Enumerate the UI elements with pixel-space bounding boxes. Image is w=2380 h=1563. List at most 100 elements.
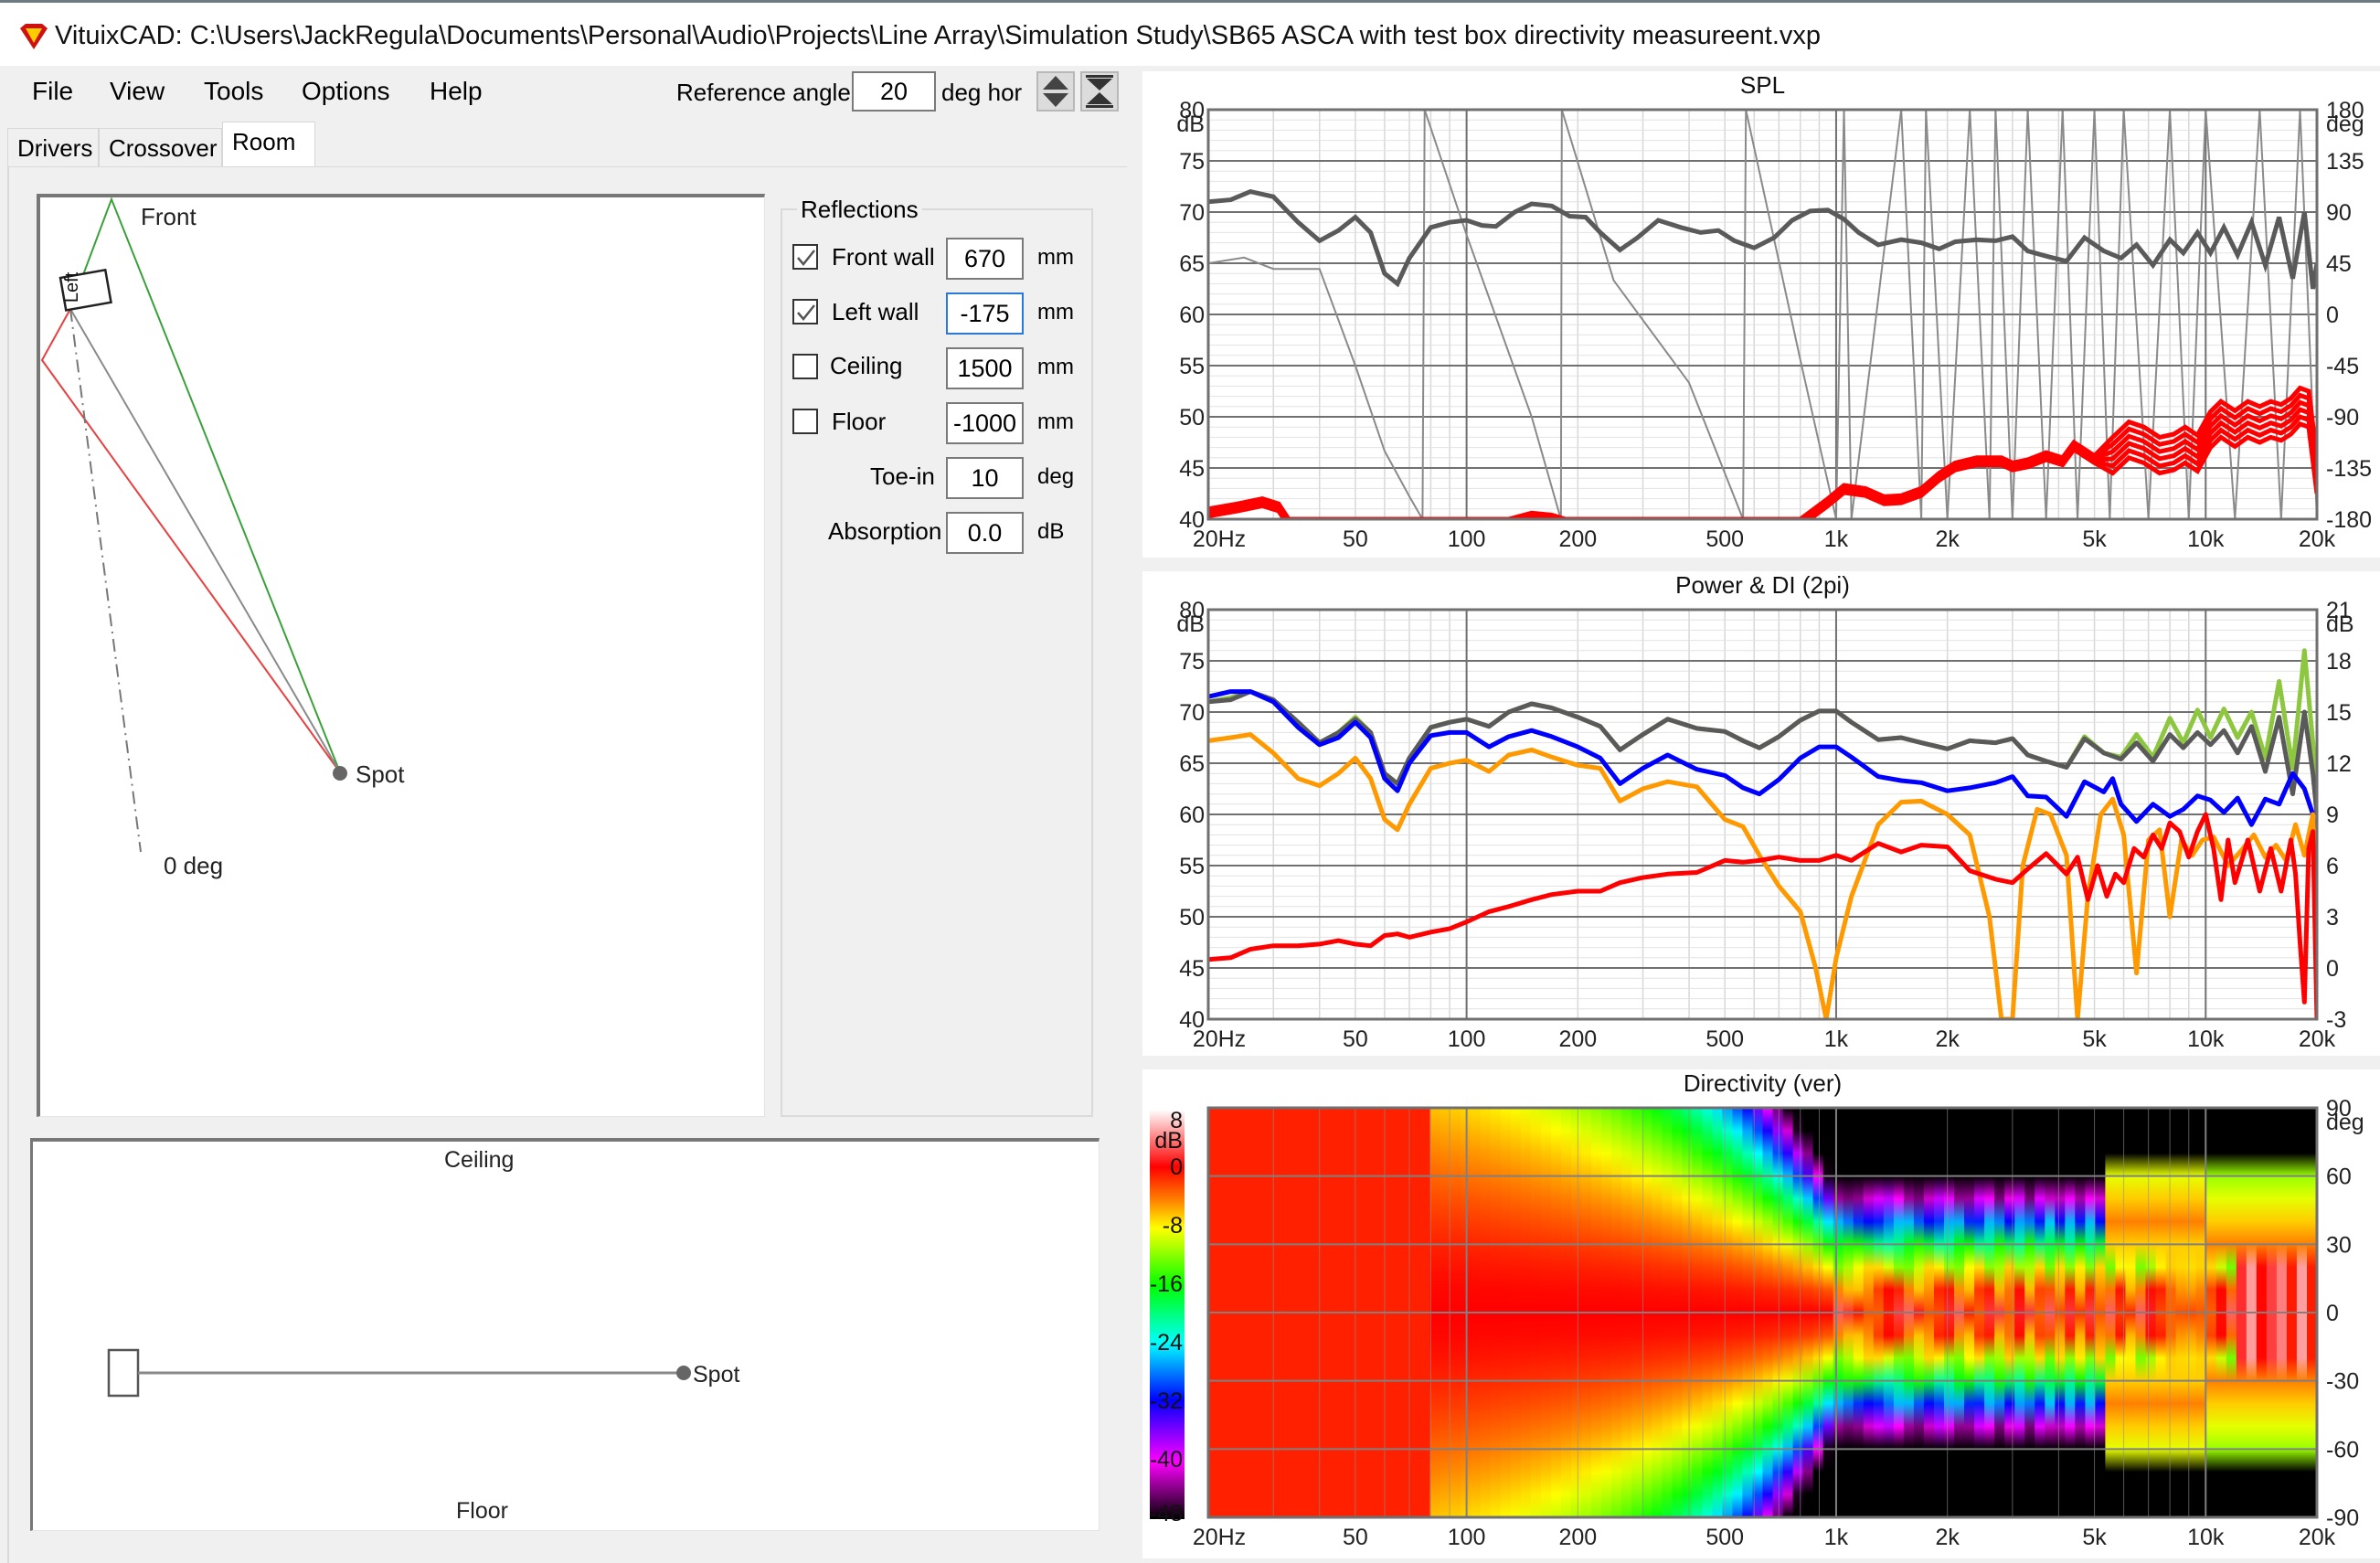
colorbar-tick-label: 0 [1170, 1154, 1183, 1180]
floor-label: Floor [832, 408, 887, 435]
room-side-view-canvas: Ceiling Floor Spot [107, 1147, 739, 1524]
y-axis-unit: dB [1176, 611, 1205, 637]
collapse-charts-button[interactable] [1080, 71, 1119, 112]
front-label: Front [141, 203, 197, 230]
x-tick-label: 10k [2187, 1026, 2225, 1052]
x-tick-label: 500 [1705, 526, 1744, 552]
y2-tick-label: -135 [2326, 456, 2372, 482]
x-tick-label: 50 [1343, 1026, 1368, 1052]
y2-tick-label: 90 [2326, 200, 2352, 226]
side-spot-marker [676, 1366, 691, 1380]
y-tick-label: 60 [1179, 303, 1205, 328]
absorption-input[interactable] [946, 512, 1024, 554]
check-icon [797, 250, 815, 266]
floor-checkbox[interactable] [792, 409, 818, 434]
splitter[interactable] [1133, 66, 1141, 1563]
room-top-view[interactable]: Left Front Spot 0 deg [37, 194, 765, 1117]
y-axis-unit: dB [1176, 112, 1205, 137]
room-side-view[interactable]: Ceiling Floor Spot [30, 1138, 1100, 1531]
hourglass-arrows-icon [1086, 75, 1113, 108]
y-tick-label: 70 [1179, 200, 1205, 226]
tab-drivers[interactable]: Drivers [7, 128, 99, 166]
reference-angle-label: Reference angle [676, 79, 851, 106]
x-tick-label: 1k [1824, 1026, 1849, 1052]
window-title: VituixCAD: C:\Users\JackRegula\Documents… [55, 21, 1822, 50]
x-tick-label: 50 [1343, 1525, 1368, 1550]
x-tick-label: 200 [1558, 1026, 1597, 1052]
colorbar-tick-label: -48 [1150, 1501, 1183, 1526]
reference-angle-input[interactable] [852, 71, 936, 112]
floor-unit: mm [1037, 409, 1074, 434]
y-axis-unit: deg [2326, 1110, 2364, 1135]
left-wall-reflection-path [40, 308, 341, 773]
y2-tick-label: 18 [2326, 649, 2352, 675]
left-wall-label: Left wall [832, 298, 919, 325]
y-tick-label: 65 [1179, 251, 1205, 277]
toe-in-input[interactable] [946, 457, 1024, 499]
y2-tick-label: 9 [2326, 803, 2339, 828]
x-tick-label: 5k [2082, 1525, 2107, 1550]
x-tick-label: 100 [1448, 526, 1486, 552]
y2-tick-label: 135 [2326, 149, 2364, 175]
tab-crossover[interactable]: Crossover [99, 128, 222, 166]
spl-chart-panel: SPL 20Hz 50 100 200 500 1k 2k 5k 10k 20k 40 45 50 55 60… [1142, 71, 2380, 558]
front-wall-input[interactable] [946, 238, 1024, 280]
y-tick-label: 55 [1179, 854, 1205, 879]
y2-tick-label: 6 [2326, 854, 2339, 879]
y-tick-label: 55 [1179, 354, 1205, 379]
direct-path [69, 308, 341, 773]
x-tick-label: 10k [2187, 526, 2225, 552]
y-tick-label: 40 [1179, 507, 1205, 533]
front-wall-unit: mm [1037, 245, 1074, 270]
x-tick-label: 500 [1705, 1026, 1744, 1052]
speaker-side-box [107, 1348, 140, 1398]
side-spot-label: Spot [693, 1362, 739, 1388]
y-tick-label: 50 [1179, 905, 1205, 930]
tab-drivers-label: Drivers [17, 134, 93, 162]
x-tick-label: 10k [2187, 1525, 2225, 1550]
menu-options[interactable]: Options [302, 77, 390, 106]
y-tick-label: 75 [1179, 149, 1205, 175]
menu-view[interactable]: View [110, 77, 165, 106]
y-tick-label: 45 [1179, 956, 1205, 982]
x-tick-label: 5k [2082, 1026, 2107, 1052]
directivity-chart-panel: Directivity (ver) 8 0 -8 -16 -24 -32 -40 -48 dB 20… [1142, 1069, 2380, 1558]
menu-tools[interactable]: Tools [204, 77, 263, 106]
absorption-unit: dB [1037, 519, 1065, 544]
colorbar-tick-label: -24 [1150, 1330, 1183, 1356]
expand-charts-button[interactable] [1036, 71, 1075, 112]
zero-deg-axis [69, 308, 142, 853]
floor-input[interactable] [946, 402, 1024, 444]
y-tick-label: -60 [2326, 1437, 2359, 1462]
menu-help[interactable]: Help [430, 77, 483, 106]
power-di-chart-panel: Power & DI (2pi) 20Hz 50 100 200 500 1k 2k 5k 10k… [1142, 571, 2380, 1056]
y-tick-label: 45 [1179, 456, 1205, 482]
y2-tick-label: -3 [2326, 1007, 2346, 1033]
left-wall-checkbox[interactable] [792, 299, 818, 324]
x-tick-label: 100 [1448, 1525, 1486, 1550]
y-tick-label: 30 [2326, 1232, 2352, 1258]
front-wall-checkbox[interactable] [792, 244, 818, 270]
toe-in-unit: deg [1037, 464, 1075, 489]
y2-axis-unit: deg [2326, 112, 2364, 137]
tab-room-label: Room [232, 128, 296, 155]
x-tick-label: 2k [1935, 526, 1960, 552]
y-tick-label: 70 [1179, 700, 1205, 726]
x-tick-label: 50 [1343, 526, 1368, 552]
y2-tick-label: -90 [2326, 405, 2359, 431]
spot-label: Spot [356, 760, 405, 788]
x-tick-label: 1k [1824, 526, 1849, 552]
ceiling-unit: mm [1037, 355, 1074, 379]
y-tick-label: 60 [2326, 1164, 2352, 1190]
x-tick-label: 200 [1558, 1525, 1597, 1550]
chart-title: Power & DI (2pi) [1675, 571, 1850, 599]
ceiling-input[interactable] [946, 347, 1024, 389]
left-wall-input[interactable] [946, 292, 1024, 335]
left-wall-unit: mm [1037, 300, 1074, 324]
tab-room[interactable]: Room [222, 122, 315, 167]
y-tick-label: 40 [1179, 1007, 1205, 1033]
ceiling-checkbox[interactable] [792, 354, 818, 379]
x-tick-label: 5k [2082, 526, 2107, 552]
menu-file[interactable]: File [32, 77, 73, 106]
front-wall-label: Front wall [832, 243, 935, 271]
